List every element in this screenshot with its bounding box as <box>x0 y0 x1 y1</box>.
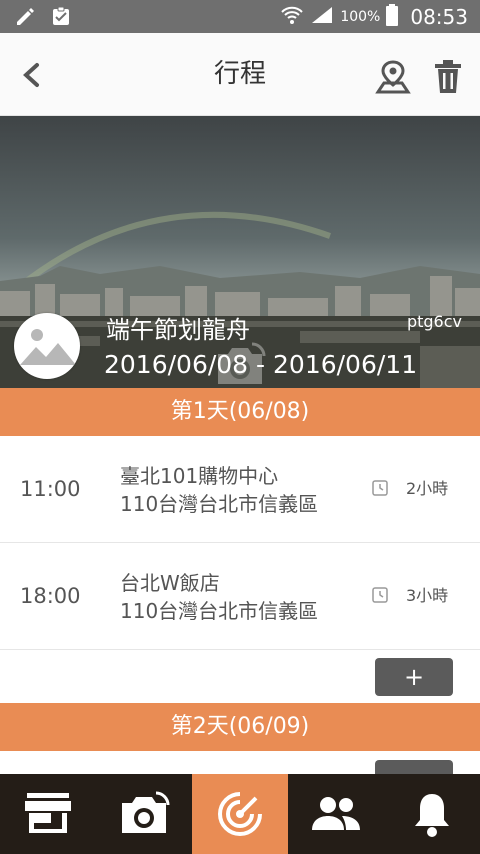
image-placeholder-icon <box>20 329 76 365</box>
clock-icon <box>372 587 388 603</box>
map-button[interactable] <box>374 59 412 95</box>
battery-percent: 100% <box>340 9 381 25</box>
trip-owner: ptg6cv <box>406 312 462 331</box>
item-time: 18:00 <box>20 584 81 608</box>
clipboard-check-icon <box>50 5 72 31</box>
place-name: 台北W飯店 <box>120 571 220 595</box>
wifi-icon <box>280 5 304 29</box>
tab-notifications[interactable] <box>384 774 480 854</box>
trip-title: 端午節划龍舟 <box>106 316 250 344</box>
place-address: 110台灣台北市信義區 <box>120 492 319 516</box>
camera-icon <box>122 791 170 833</box>
battery-icon <box>386 4 399 30</box>
add-item-button[interactable]: + <box>375 658 453 696</box>
item-place: 臺北101購物中心 110台灣台北市信義區 <box>120 462 318 518</box>
app-bar: 行程 <box>0 33 480 116</box>
radar-icon <box>218 792 262 836</box>
item-place: 台北W飯店 110台灣台北市信義區 <box>120 569 318 625</box>
pencil-icon <box>14 5 36 31</box>
bottom-tab-bar <box>0 774 480 854</box>
delete-button[interactable] <box>433 59 463 95</box>
status-time: 08:53 <box>410 5 468 29</box>
day-header: 第1天(06/08) <box>0 388 480 436</box>
day-header: 第2天(06/09) <box>0 703 480 751</box>
bell-icon <box>415 794 449 837</box>
item-duration: 2小時 <box>406 479 449 498</box>
tab-people[interactable] <box>288 774 384 854</box>
tab-store[interactable] <box>0 774 96 854</box>
place-address: 110台灣台北市信義區 <box>120 599 319 623</box>
store-icon <box>25 793 71 833</box>
itinerary-item[interactable]: 11:00 臺北101購物中心 110台灣台北市信義區 2小時 <box>0 436 480 543</box>
tab-radar[interactable] <box>192 774 288 854</box>
signal-icon <box>310 5 334 29</box>
trash-icon <box>435 60 461 93</box>
map-pin-icon <box>375 60 411 94</box>
item-duration: 3小時 <box>406 586 449 605</box>
avatar[interactable] <box>14 313 80 379</box>
tab-camera[interactable] <box>96 774 192 854</box>
status-bar: 100% 08:53 <box>0 0 480 33</box>
place-name: 臺北101購物中心 <box>120 464 279 488</box>
item-time: 11:00 <box>20 477 81 501</box>
clock-icon <box>372 480 388 496</box>
people-icon <box>312 797 360 830</box>
trip-date-range: 2016/06/08 - 2016/06/11 <box>104 350 418 379</box>
itinerary-item[interactable]: 18:00 台北W飯店 110台灣台北市信義區 3小時 <box>0 543 480 650</box>
